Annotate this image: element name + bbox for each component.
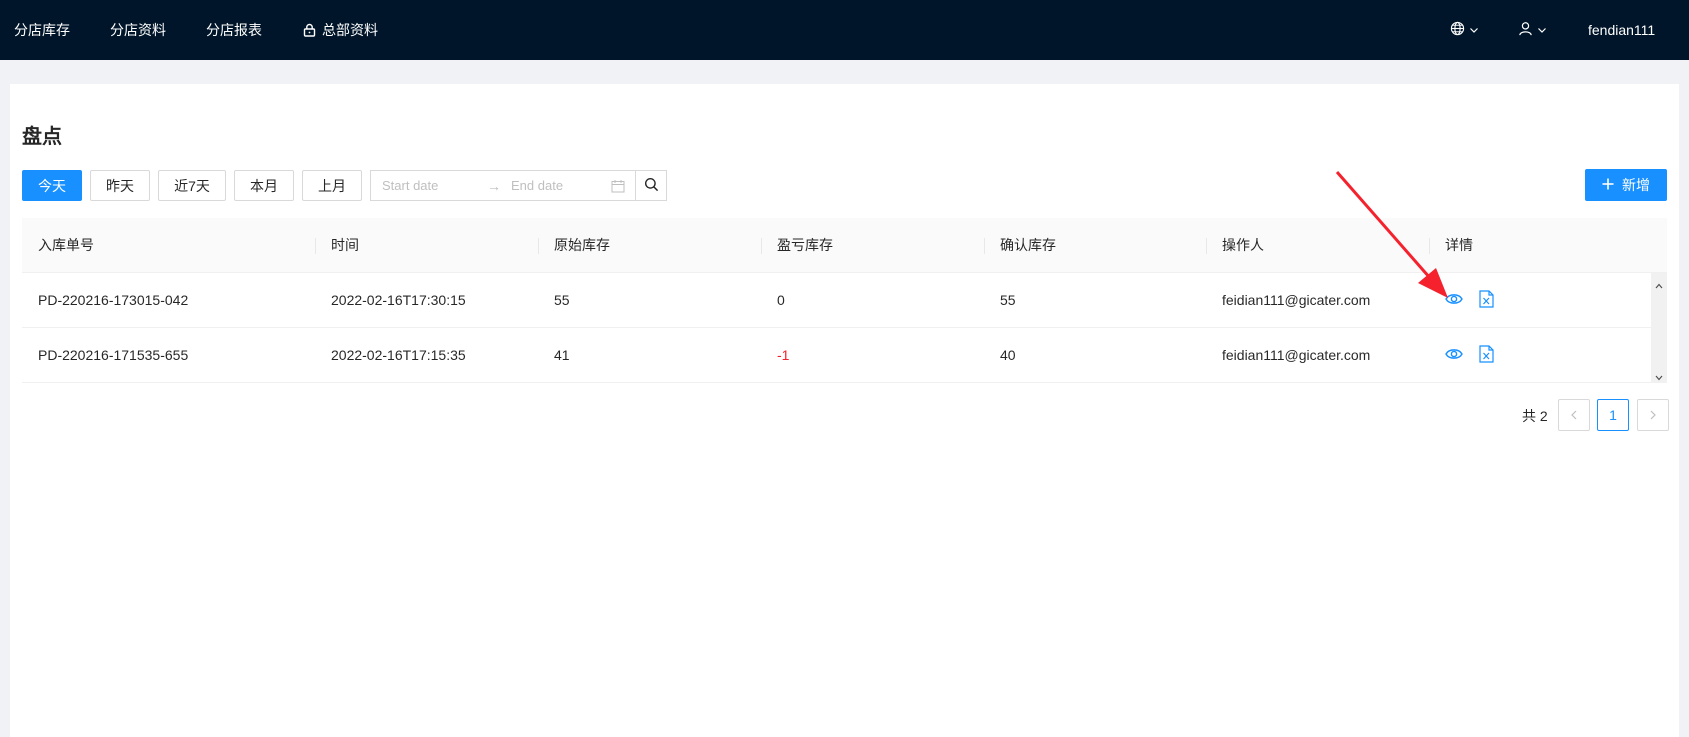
excel-file-icon[interactable] (1479, 345, 1494, 366)
eye-icon[interactable] (1445, 347, 1463, 364)
chevron-right-icon (1649, 407, 1657, 423)
lock-icon (303, 23, 316, 37)
actions-cell (1429, 328, 1494, 383)
nav-item-branch-reports[interactable]: 分店报表 (206, 0, 262, 60)
start-date-input[interactable]: Start date (382, 178, 438, 193)
excel-file-icon[interactable] (1479, 290, 1494, 311)
table-row: PD-220216-171535-655 2022-02-16T17:15:35… (22, 328, 1651, 383)
search-icon (644, 177, 659, 195)
order-id-cell: PD-220216-171535-655 (38, 347, 189, 363)
order-id-cell: PD-220216-173015-042 (38, 292, 189, 308)
original-stock-cell: 41 (554, 347, 570, 363)
language-dropdown[interactable] (1450, 0, 1479, 60)
nav-item-label: 总部资料 (322, 22, 378, 38)
user-icon (1518, 21, 1533, 39)
nav-item-label: 分店报表 (206, 22, 262, 38)
actions-cell (1429, 273, 1494, 328)
user-dropdown[interactable] (1518, 0, 1547, 60)
search-button[interactable] (635, 170, 667, 201)
add-button[interactable]: 新增 (1585, 169, 1667, 201)
column-header: 确认库存 (1000, 237, 1056, 253)
diff-stock-cell: 0 (777, 292, 785, 308)
calendar-icon (611, 179, 625, 196)
diff-stock-cell: -1 (777, 347, 790, 363)
column-header: 盈亏库存 (777, 237, 833, 253)
chevron-down-icon (1537, 22, 1547, 38)
pagination-prev-button[interactable] (1558, 399, 1590, 431)
table-scrollbar[interactable] (1651, 273, 1667, 383)
time-cell: 2022-02-16T17:15:35 (331, 347, 466, 363)
column-header: 入库单号 (38, 237, 94, 253)
column-header: 原始库存 (554, 237, 610, 253)
table-row: PD-220216-173015-042 2022-02-16T17:30:15… (22, 273, 1651, 328)
original-stock-cell: 55 (554, 292, 570, 308)
username[interactable]: fendian111 (1588, 0, 1655, 60)
operator-cell: feidian111@gicater.com (1222, 292, 1371, 308)
confirmed-stock-cell: 40 (1000, 347, 1016, 363)
filter-this-month-button[interactable]: 本月 (234, 170, 294, 201)
chevron-down-icon[interactable] (1655, 369, 1663, 381)
nav-item-branch-data[interactable]: 分店资料 (110, 0, 166, 60)
column-header: 操作人 (1222, 237, 1264, 253)
range-separator: → (487, 177, 501, 194)
filter-today-button[interactable]: 今天 (22, 170, 82, 201)
nav-item-label: 分店库存 (14, 22, 70, 38)
table-header: 入库单号 时间 原始库存 盈亏库存 确认库存 操作人 详情 (22, 218, 1667, 273)
pagination-page-1[interactable]: 1 (1597, 399, 1629, 431)
end-date-input[interactable]: End date (511, 178, 563, 193)
filter-last-month-button[interactable]: 上月 (302, 170, 362, 201)
date-range-picker[interactable]: Start date → End date (370, 170, 635, 201)
pagination-next-button[interactable] (1637, 399, 1669, 431)
filter-yesterday-button[interactable]: 昨天 (90, 170, 150, 201)
column-header: 详情 (1445, 237, 1473, 253)
nav-item-branch-inventory[interactable]: 分店库存 (14, 0, 70, 60)
globe-icon (1450, 21, 1465, 39)
nav-item-label: 分店资料 (110, 22, 166, 38)
time-cell: 2022-02-16T17:30:15 (331, 292, 466, 308)
chevron-left-icon (1570, 407, 1578, 423)
chevron-down-icon (1469, 22, 1479, 38)
confirmed-stock-cell: 55 (1000, 292, 1016, 308)
filter-last-7-days-button[interactable]: 近7天 (158, 170, 226, 201)
page-title: 盘点 (22, 126, 62, 148)
plus-icon (1602, 177, 1614, 193)
operator-cell: feidian111@gicater.com (1222, 347, 1371, 363)
eye-icon[interactable] (1445, 292, 1463, 309)
pagination-total: 共 2 (1522, 408, 1548, 424)
top-navbar: 分店库存 分店资料 分店报表 总部资料 fendian111 (0, 0, 1689, 60)
chevron-up-icon[interactable] (1655, 277, 1663, 289)
nav-item-hq-data[interactable]: 总部资料 (303, 0, 378, 60)
column-header: 时间 (331, 237, 359, 253)
add-button-label: 新增 (1622, 177, 1650, 193)
